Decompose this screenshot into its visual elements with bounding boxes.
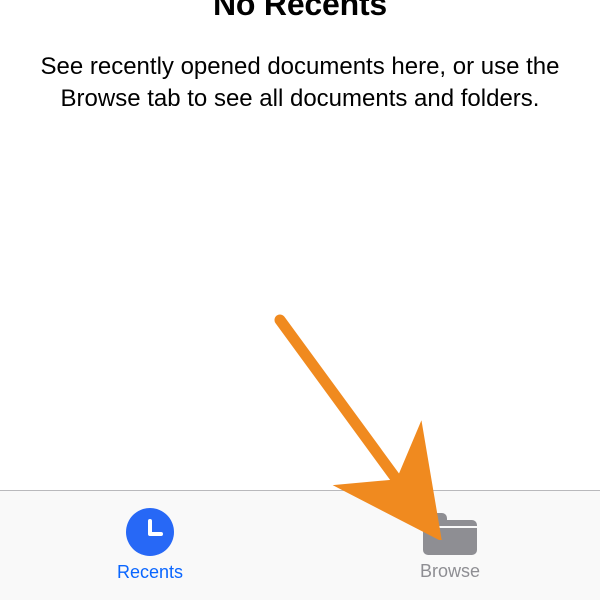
empty-state-subtitle: See recently opened documents here, or u… — [40, 51, 560, 116]
empty-state: No Recents See recently opened documents… — [0, 0, 600, 490]
empty-state-title: No Recents — [213, 0, 387, 23]
clock-icon — [126, 508, 174, 556]
tab-browse[interactable]: Browse — [300, 491, 600, 600]
tab-recents-label: Recents — [117, 562, 183, 583]
tab-bar: Recents Browse — [0, 490, 600, 600]
folder-icon — [423, 513, 477, 555]
tab-recents[interactable]: Recents — [0, 491, 300, 600]
tab-browse-label: Browse — [420, 561, 480, 582]
